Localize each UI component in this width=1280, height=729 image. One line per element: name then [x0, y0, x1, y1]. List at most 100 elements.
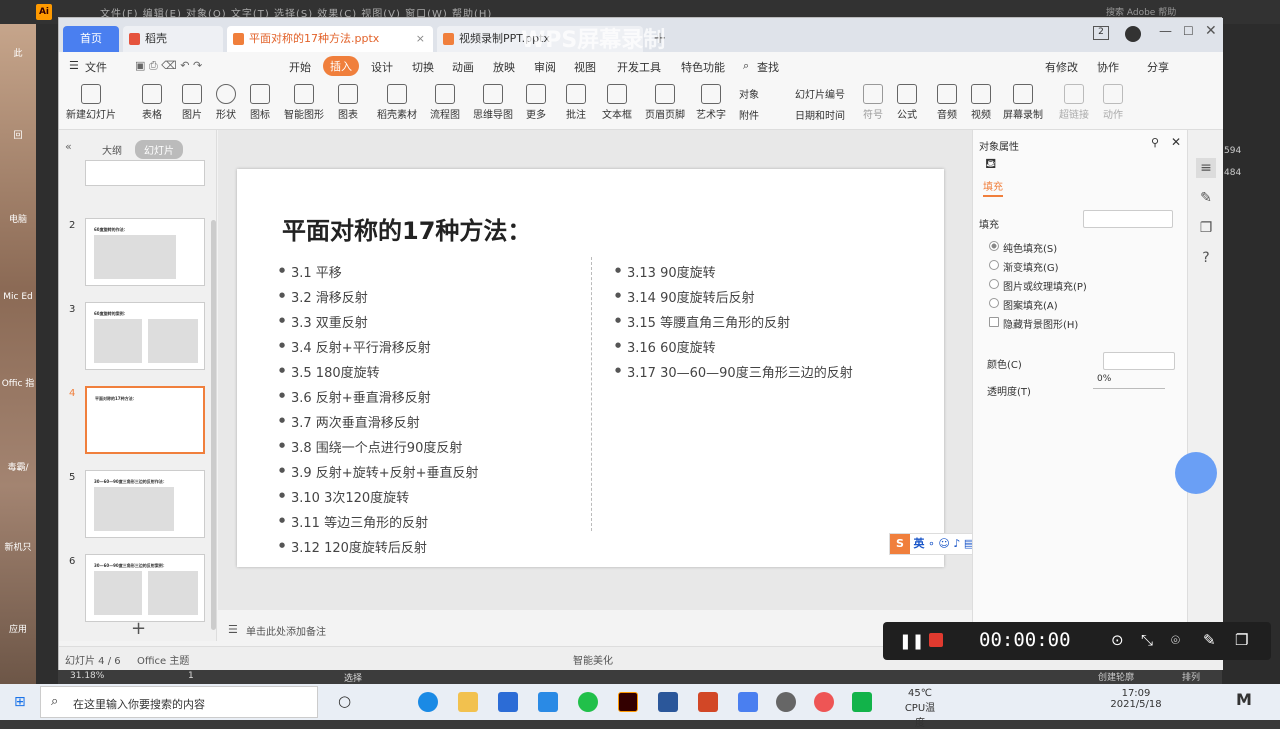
slide-title[interactable]: 平面对称的17种方法： [282, 211, 531, 246]
radio-gradient[interactable] [989, 260, 999, 270]
bullet-item[interactable]: 3.8 围绕一个点进行90度反射 [279, 437, 462, 456]
target-icon[interactable]: ⊙ [1111, 631, 1124, 649]
bullet-item[interactable]: 3.10 3次120度旋转 [279, 487, 409, 506]
tab-fill[interactable]: 填充 [983, 178, 1003, 197]
object-button[interactable]: 对象 [739, 86, 759, 101]
datetime-button[interactable]: 日期和时间 [795, 107, 845, 122]
wechat-icon[interactable] [578, 692, 598, 712]
notes-bar[interactable]: ☰ 单击此处添加备注 [218, 619, 972, 641]
radio-picture[interactable] [989, 279, 999, 289]
bullet-item[interactable]: 3.5 180度旋转 [279, 362, 380, 381]
radio-pattern[interactable] [989, 298, 999, 308]
slide-thumbnail-selected[interactable]: 平面对称的17种方法： [85, 386, 205, 454]
bullet-item[interactable]: 3.16 60度旋转 [615, 337, 716, 356]
pause-icon[interactable]: ❚❚ [899, 632, 924, 650]
thumbs-scrollbar[interactable] [211, 220, 216, 630]
bullet-item[interactable]: 3.4 反射+平行滑移反射 [279, 337, 431, 356]
bullet-item[interactable]: 3.12 120度旋转后反射 [279, 537, 427, 556]
file-menu[interactable]: 文件 [85, 59, 107, 75]
search-icon[interactable]: ⌕ [743, 59, 749, 73]
taskbar-search[interactable]: ⌕ 在这里输入你要搜索的内容 [40, 686, 318, 718]
close-panel-icon[interactable]: ✕ [1171, 135, 1181, 149]
fill-type-select[interactable] [1083, 210, 1173, 228]
bullet-item[interactable]: 3.9 反射+旋转+反射+垂直反射 [279, 462, 478, 481]
page-count-badge[interactable]: 2 [1093, 26, 1109, 40]
slide-thumbnail[interactable]: 60度旋转的案例： [85, 302, 205, 370]
formula-button[interactable]: 公式 [893, 84, 921, 121]
fill-bucket-icon[interactable]: ⛾ [985, 156, 996, 174]
task-view-icon[interactable]: ○ [338, 692, 351, 710]
flowchart-button[interactable]: 流程图 [425, 84, 465, 121]
menu-view[interactable]: 视图 [574, 59, 596, 75]
bullet-item[interactable]: 3.15 等腰直角三角形的反射 [615, 312, 790, 331]
pin-icon[interactable]: ✎ [1196, 188, 1216, 208]
properties-icon[interactable]: ≡ [1196, 158, 1216, 178]
hyperlink-button[interactable]: 超链接 [1057, 84, 1091, 121]
radio-solid[interactable] [989, 241, 999, 251]
bullet-item[interactable]: 3.7 两次垂直滑移反射 [279, 412, 420, 431]
ime-lang[interactable]: 英 [914, 537, 925, 550]
slide[interactable]: 平面对称的17种方法： 3.1 平移 3.2 滑移反射 3.3 双重反射 3.4… [237, 169, 944, 567]
attachment-button[interactable]: 附件 [739, 107, 759, 122]
new-slide-button[interactable]: 新建幻灯片 [65, 84, 117, 121]
wordart-button[interactable]: 艺术字 [693, 84, 729, 121]
tab-daoke[interactable]: 稻壳 [123, 26, 223, 52]
slide-thumbnail[interactable]: 30—60—90度三角形三边的反射案例： [85, 554, 205, 622]
menu-review[interactable]: 审阅 [534, 59, 556, 75]
symbol-button[interactable]: 符号 [859, 84, 887, 121]
screen-record-button[interactable]: 屏幕录制 [1001, 84, 1045, 121]
search-button[interactable]: 查找 [757, 59, 779, 75]
close-tab-icon[interactable]: × [416, 26, 425, 52]
video-button[interactable]: 视频 [967, 84, 995, 121]
camera-icon[interactable]: ⌾ [1171, 631, 1180, 649]
add-slide-button[interactable]: + [131, 618, 146, 639]
table-button[interactable]: 表格 [137, 84, 167, 121]
avatar[interactable] [1125, 26, 1141, 42]
mail-icon[interactable] [498, 692, 518, 712]
menu-developer[interactable]: 开发工具 [617, 59, 661, 75]
hide-bg-checkbox[interactable] [989, 317, 999, 327]
comment-button[interactable]: 批注 [561, 84, 591, 121]
bullet-item[interactable]: 3.3 双重反射 [279, 312, 368, 331]
tab-outline[interactable]: 大纲 [93, 140, 131, 159]
bullet-item[interactable]: 3.14 90度旋转后反射 [615, 287, 755, 306]
collab-button[interactable]: 协作 [1097, 59, 1119, 75]
menu-slideshow[interactable]: 放映 [493, 59, 515, 75]
audio-button[interactable]: 音频 [933, 84, 961, 121]
settings-icon[interactable] [776, 692, 796, 712]
tab-slides[interactable]: 幻灯片 [135, 140, 183, 159]
store-icon[interactable] [538, 692, 558, 712]
fill-section-header[interactable]: 填充 [979, 216, 999, 231]
maximize-icon[interactable]: ☐ [1183, 24, 1194, 38]
bullet-item[interactable]: 3.6 反射+垂直滑移反射 [279, 387, 431, 406]
stop-icon[interactable] [929, 633, 943, 647]
tab-doc1[interactable]: 平面对称的17种方法.pptx × [227, 26, 433, 52]
quick-access-icons[interactable]: ▣ ⎙ ⌫ ↶ ↷ [135, 59, 202, 73]
artboard-number[interactable]: 1 [188, 671, 194, 681]
menu-features[interactable]: 特色功能 [681, 59, 725, 75]
slide-thumbnail[interactable]: 30—60—90度三角形三边的反射作法： [85, 470, 205, 538]
assistant-bird-icon[interactable] [1175, 452, 1217, 494]
create-outline[interactable]: 创建轮廓 [1098, 670, 1134, 683]
bullet-item[interactable]: 3.17 30—60—90度三角形三边的反射 [615, 362, 853, 381]
collapse-panel-icon[interactable]: « [65, 140, 72, 153]
transparency-slider[interactable] [1093, 388, 1165, 389]
powerpoint-icon[interactable] [698, 692, 718, 712]
notification-icon[interactable]: M [1236, 690, 1252, 709]
icon-button[interactable]: 图标 [245, 84, 275, 121]
fullscreen-icon[interactable]: ⤡ [1141, 631, 1153, 649]
illustrator-taskbar-icon[interactable] [618, 692, 638, 712]
iqiyi-icon[interactable] [852, 692, 872, 712]
modified-status[interactable]: 有修改 [1045, 59, 1078, 75]
smart-graphic-button[interactable]: 智能图形 [279, 84, 329, 121]
zoom-level[interactable]: 31.18% [70, 671, 104, 681]
menu-transition[interactable]: 切换 [412, 59, 434, 75]
daoke-material-button[interactable]: 稻壳素材 [375, 84, 419, 121]
shape-button[interactable]: 形状 [211, 84, 241, 121]
bullet-item[interactable]: 3.2 滑移反射 [279, 287, 368, 306]
pen-icon[interactable]: ✎ [1203, 631, 1216, 649]
slide-thumbnail[interactable]: 60度旋转的作法： [85, 218, 205, 286]
notes-placeholder[interactable]: 单击此处添加备注 [246, 623, 326, 638]
slide-number-button[interactable]: 幻灯片编号 [795, 86, 845, 101]
menu-start[interactable]: 开始 [289, 59, 311, 75]
